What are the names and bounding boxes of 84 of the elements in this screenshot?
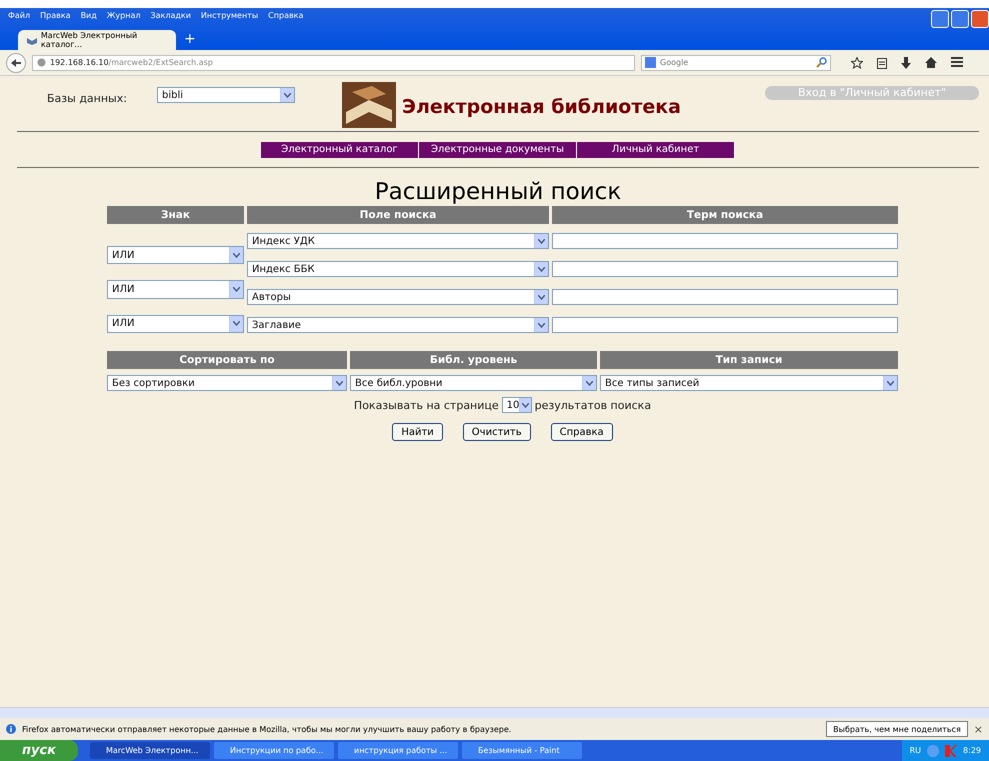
globe-icon [37, 58, 46, 67]
new-tab-button[interactable]: + [184, 31, 196, 47]
download-icon[interactable] [901, 56, 911, 68]
menu-item[interactable]: Справка [268, 11, 304, 25]
clock: 8:29 [963, 746, 981, 755]
share-choice-button[interactable]: Выбрать, чем мне поделиться [826, 721, 968, 737]
book-icon [26, 35, 37, 45]
menu-item[interactable]: Инструменты [200, 11, 258, 25]
search-engine-icon [645, 57, 656, 68]
field-select[interactable]: Индекс УДК [247, 233, 549, 249]
home-icon[interactable] [925, 56, 937, 68]
caret-icon [586, 380, 593, 386]
menu-item[interactable]: Файл [8, 11, 30, 25]
taskbar-button[interactable]: Безымянный - Paint [462, 742, 582, 759]
url-host: 192.168.16.10 [50, 58, 109, 67]
column-header: Библ. уровень [350, 351, 597, 369]
taskbar-button[interactable]: инструкция работы ... [338, 742, 458, 759]
taskbar-button[interactable]: MarcWeb Электронн... [90, 742, 210, 759]
menu-icon[interactable] [951, 56, 963, 66]
address-field[interactable]: 192.168.16.10/marcweb2/ExtSearch.asp [32, 54, 635, 70]
column-header: Знак [107, 206, 244, 224]
column-header: Терм поиска [552, 206, 898, 224]
term-input[interactable] [552, 233, 898, 249]
operator-select[interactable]: ИЛИ [107, 246, 244, 264]
notification-text: Firefox автоматически отправляет некоторые данные в Mozilla, чтобы мы могли улучшить вашу работу в браузере. [22, 724, 512, 734]
column-header: Сортировать по [107, 351, 347, 369]
start-button[interactable]: пуск [0, 740, 78, 761]
column-header: Поле поиска [247, 206, 549, 224]
minimize-button[interactable] [931, 10, 949, 28]
option-select[interactable]: Все типы записей [600, 375, 898, 391]
caret-icon [233, 252, 240, 258]
menu-item[interactable]: Закладки [150, 11, 191, 25]
nav-link[interactable]: Электронный каталог [261, 142, 419, 158]
caret-icon [538, 322, 545, 328]
search-icon [816, 57, 827, 68]
database-label: Базы данных: [47, 92, 128, 105]
nav-link[interactable]: Электронные документы [419, 142, 577, 158]
operator-select[interactable]: ИЛИ [107, 280, 244, 299]
caret-icon [538, 238, 545, 244]
menu-item[interactable]: Правка [40, 11, 71, 25]
page-heading: Расширенный поиск [374, 178, 622, 206]
restore-button[interactable] [951, 10, 969, 28]
info-icon [6, 724, 16, 734]
option-select[interactable]: Все библ.уровни [350, 375, 597, 391]
back-arrow-icon [11, 58, 21, 66]
caret-icon [538, 294, 545, 300]
horizontal-scrollbar[interactable] [0, 707, 989, 718]
term-input[interactable] [552, 289, 898, 305]
caret-icon [284, 92, 291, 98]
term-input[interactable] [552, 261, 898, 277]
database-select[interactable]: bibli [157, 87, 295, 103]
per-page-select[interactable]: 10 [502, 397, 532, 413]
field-select[interactable]: Индекс ББК [247, 261, 549, 277]
back-button[interactable] [6, 52, 26, 72]
close-button[interactable]: × [974, 722, 983, 736]
form-button[interactable]: Найти [392, 423, 443, 441]
site-title: Электронная библиотека [402, 96, 681, 118]
field-select[interactable]: Авторы [247, 289, 549, 305]
option-select[interactable]: Без сортировки [107, 375, 347, 391]
search-field[interactable]: Google [641, 54, 831, 70]
operator-select[interactable]: ИЛИ [107, 314, 244, 333]
books-logo [342, 82, 396, 128]
term-input[interactable] [552, 317, 898, 333]
star-icon[interactable] [851, 56, 863, 68]
nav-link[interactable]: Личный кабинет [577, 142, 735, 158]
caret-icon [538, 266, 545, 272]
column-header: Тип записи [600, 351, 898, 369]
field-select[interactable]: Заглавие [247, 317, 549, 333]
menu-item[interactable]: Журнал [106, 11, 140, 25]
clipboard-icon[interactable] [877, 56, 887, 68]
menu-item[interactable]: Вид [80, 11, 97, 25]
form-button[interactable]: Справка [550, 423, 613, 441]
per-page-suffix: результатов поиска [534, 398, 652, 412]
per-page-label: Показывать на странице [354, 398, 499, 412]
caret-icon [522, 402, 530, 408]
caret-icon [233, 286, 240, 292]
caret-icon [887, 380, 894, 386]
form-button[interactable]: Очистить [462, 423, 531, 441]
caret-icon [336, 380, 343, 386]
url-path: /marcweb2/ExtSearch.asp [108, 58, 213, 67]
taskbar-button[interactable]: Инструкции по рабо... [214, 742, 334, 759]
browser-tab[interactable]: MarcWeb Электронный каталог... [18, 30, 176, 50]
caret-icon [233, 321, 240, 326]
close-button[interactable] [971, 10, 989, 28]
